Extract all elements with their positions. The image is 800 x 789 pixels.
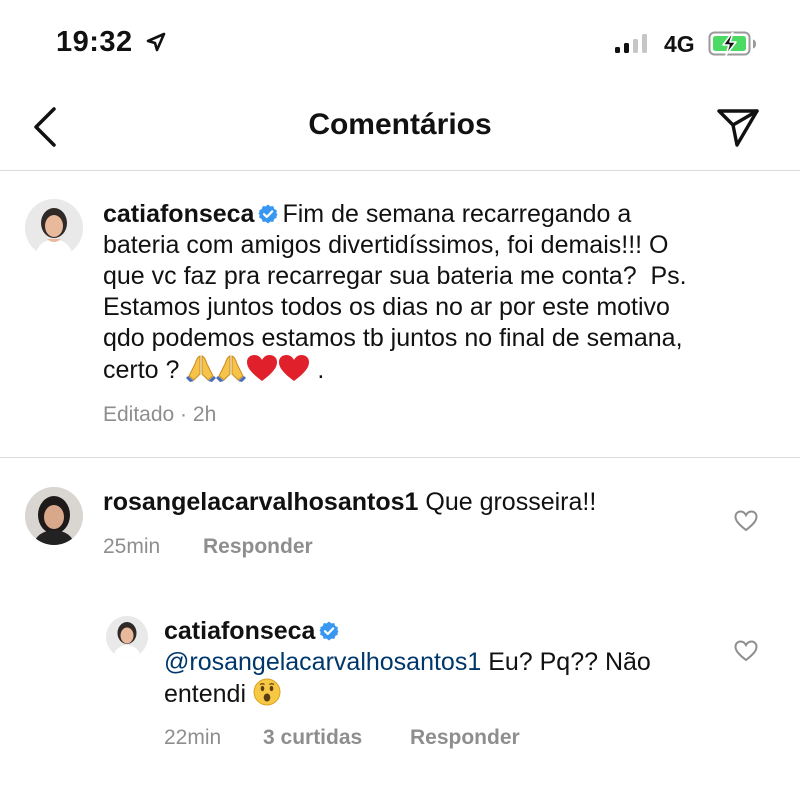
reply-text: catiafonseca @rosangelacarvalhosantos1 E… [164,616,724,710]
pray-emoji-icon [186,355,217,382]
reply-line-2: @rosangelacarvalhosantos1 Eu? Pq?? Não [164,647,724,678]
battery-charging-icon [708,31,756,56]
avatar[interactable] [106,616,148,658]
avatar[interactable] [25,487,83,545]
mention-link[interactable]: @rosangelacarvalhosantos1 [164,648,481,676]
caption-line-2: bateria com amigos divertidíssimos, foi … [103,231,669,259]
caption-end: . [317,356,325,384]
like-heart-icon[interactable] [734,510,758,532]
verified-badge-icon [319,621,339,641]
caption-username[interactable]: catiafonseca [103,200,254,228]
like-heart-icon[interactable] [734,640,758,662]
comment-text-row: rosangelacarvalhosantos1 Que grosseira!! [103,487,596,518]
heart-emoji-icon [247,355,278,381]
comment-text: Que grosseira!! [425,488,597,516]
avatar-portrait-icon [25,487,83,545]
header-divider [0,170,800,171]
signal-icon [615,34,647,53]
caption-line-1: catiafonseca Fim de semana recarregando … [103,199,783,230]
heart-emoji-icon [279,355,310,381]
hushed-face-emoji-icon [253,678,281,706]
avatar-portrait-icon [106,616,148,658]
reply-text-2: entendi [164,680,247,708]
verified-badge-icon [258,204,278,224]
reply-line-3: entendi [164,678,724,710]
caption-text-1: Fim de semana recarregando a [282,200,632,228]
post-caption: catiafonseca Fim de semana recarregando … [103,199,783,386]
caption-edited-time: Editado · 2h [103,403,217,426]
reply-text-1: Eu? Pq?? Não [488,648,651,676]
comment-time: 25min [103,535,161,558]
avatar-portrait-icon [25,199,83,257]
location-arrow-icon [146,32,166,52]
network-type: 4G [664,31,695,57]
caption-line-6: certo ? . [103,354,783,386]
caption-line-4: Estamos juntos todos os dias no ar por e… [103,293,670,321]
reply-time: 22min [164,726,222,749]
status-time: 19:32 [56,26,133,58]
reply-button[interactable]: Responder [410,726,520,750]
reply-button[interactable]: Responder [203,535,313,559]
comment-username[interactable]: rosangelacarvalhosantos1 [103,488,418,516]
caption-text-6: certo ? [103,356,180,384]
caption-line-5: qdo podemos estamos tb juntos no final d… [103,324,683,352]
avatar[interactable] [25,199,83,257]
caption-divider [0,457,800,458]
share-send-icon[interactable] [716,108,760,148]
reply-username[interactable]: catiafonseca [164,617,315,645]
likes-count[interactable]: 3 curtidas [263,726,362,750]
reply-line-1: catiafonseca [164,616,724,647]
page-title: Comentários [308,108,492,141]
pray-emoji-icon [216,355,247,382]
caption-line-3: que vc faz pra recarregar sua bateria me… [103,262,687,290]
